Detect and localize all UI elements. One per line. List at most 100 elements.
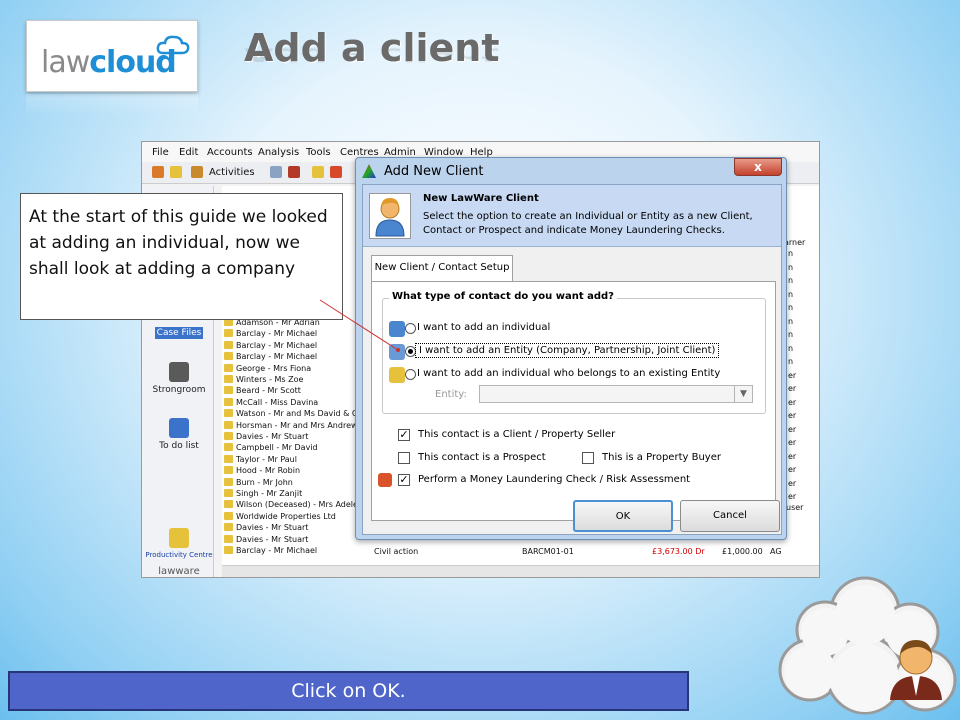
table-row[interactable]: Watson - Mr and Ms David & C	[224, 409, 358, 420]
menu-edit[interactable]: Edit	[179, 147, 198, 158]
client-folder-icon	[224, 443, 233, 452]
add-new-client-dialog: Add New Client x New LawWare Client Sele…	[355, 157, 787, 540]
table-row[interactable]: Davies - Mr Stuart	[224, 534, 308, 546]
partial-column-cell: n	[788, 303, 794, 312]
table-row[interactable]: McCall - Miss Davina	[224, 397, 318, 409]
ok-button[interactable]: OK	[573, 500, 673, 532]
partial-column-cell: n	[788, 330, 794, 339]
checkbox-client-seller[interactable]: ✓	[398, 429, 410, 441]
client-folder-icon	[224, 546, 233, 554]
partial-column-cell: er	[788, 397, 797, 407]
sidebar-item-label: Case Files	[154, 327, 204, 339]
client-name: Worldwide Properties Ltd	[236, 511, 336, 521]
option-individual-label[interactable]: I want to add an individual	[417, 322, 550, 333]
flag-tool-icon[interactable]	[330, 166, 342, 178]
dialog-header-title: New LawWare Client	[423, 193, 539, 204]
entity-icon	[389, 344, 405, 360]
instruction-bar: Click on OK.	[8, 671, 689, 711]
person-tool-icon[interactable]	[152, 166, 164, 178]
table-row[interactable]: Worldwide Properties Ltd	[224, 511, 336, 523]
table-row[interactable]: Wilson (Deceased) - Mrs Adele	[224, 500, 358, 511]
close-button[interactable]: x	[734, 158, 782, 176]
sidebar-item-case-files[interactable]: Case Files	[144, 327, 214, 339]
horizontal-scrollbar[interactable]	[222, 565, 819, 577]
checkbox-prospect[interactable]	[398, 452, 410, 464]
table-row[interactable]: Burn - Mr John	[224, 477, 293, 489]
table-row[interactable]: Hood - Mr Robin	[224, 466, 300, 477]
table-row[interactable]: Campbell - Mr David	[224, 443, 318, 454]
money-laundering-label[interactable]: Perform a Money Laundering Check / Risk …	[418, 474, 690, 485]
sidebar-item-strongroom[interactable]: Strongroom	[144, 362, 214, 395]
table-row[interactable]: Barclay - Mr Michael	[224, 329, 317, 340]
entity-select[interactable]: ▼	[479, 385, 753, 403]
user-icon	[369, 193, 411, 239]
table-row[interactable]: Winters - Ms Zoe	[224, 375, 303, 386]
safe-icon	[169, 362, 189, 382]
client-name: Barclay - Mr Michael	[236, 352, 318, 362]
radio-individual[interactable]	[405, 323, 416, 334]
client-name: Horsman - Mr and Mrs Andrew	[236, 420, 358, 430]
folder-open-tool-icon[interactable]	[312, 166, 324, 178]
table-row[interactable]: Barclay - Mr Michael	[224, 352, 317, 363]
partial-column-cell: n	[788, 357, 794, 366]
table-row[interactable]: Barclay - Mr Michael	[224, 546, 317, 557]
option-entity-member-label[interactable]: I want to add an individual who belongs …	[417, 368, 720, 379]
tab-new-client-contact-setup[interactable]: New Client / Contact Setup	[371, 255, 513, 281]
checkbox-property-buyer[interactable]	[582, 452, 594, 464]
sidebar-item-label: To do list	[159, 441, 199, 451]
prospect-label[interactable]: This contact is a Prospect	[418, 452, 546, 463]
checkbox-money-laundering[interactable]: ✓	[398, 474, 410, 486]
contact-type-group: What type of contact do you want add? I …	[382, 291, 766, 414]
slide-title-reflection: Add a client	[244, 44, 500, 66]
partial-column-cell: er	[788, 370, 797, 380]
table-row[interactable]: Horsman - Mr and Mrs Andrew	[224, 420, 358, 432]
user-column-partial: user	[786, 503, 804, 512]
menu-accounts[interactable]: Accounts	[207, 147, 253, 158]
client-name: Barclay - Mr Michael	[236, 329, 318, 339]
menu-file[interactable]: File	[152, 147, 169, 158]
option-entity-label[interactable]: I want to add an Entity (Company, Partne…	[415, 343, 720, 358]
tab-panel: What type of contact do you want add? I …	[371, 281, 776, 521]
individual-icon	[389, 321, 405, 337]
folder-tool-icon[interactable]	[170, 166, 182, 178]
dialog-header: New LawWare Client Select the option to …	[363, 185, 781, 247]
property-buyer-label[interactable]: This is a Property Buyer	[602, 452, 721, 463]
table-row[interactable]: Davies - Mr Stuart	[224, 523, 308, 534]
table-row[interactable]: George - Mrs Fiona	[224, 363, 311, 375]
menu-tools[interactable]: Tools	[306, 147, 331, 158]
sidebar-item-label: Productivity Centre	[145, 551, 213, 559]
client-folder-icon	[224, 352, 233, 361]
menu-analysis[interactable]: Analysis	[258, 147, 299, 158]
partial-column-cell: n	[788, 262, 794, 272]
client-folder-icon	[224, 340, 233, 349]
window-tool-icon[interactable]	[270, 166, 282, 178]
client-seller-label[interactable]: This contact is a Client / Property Sell…	[418, 429, 615, 440]
radio-entity-member[interactable]	[405, 369, 416, 380]
logo-law-text: law	[41, 45, 90, 80]
dialog-body: New LawWare Client Select the option to …	[362, 184, 782, 535]
table-row[interactable]: Davies - Mr Stuart	[224, 432, 308, 443]
table-row[interactable]: Beard - Mr Scott	[224, 386, 301, 397]
client-name: Barclay - Mr Michael	[236, 546, 318, 555]
lawware-app-icon	[362, 164, 376, 178]
lawcloud-logo: lawcloud	[26, 20, 198, 92]
table-row[interactable]: Taylor - Mr Paul	[224, 454, 297, 466]
logo-reflection	[26, 94, 198, 116]
cancel-button[interactable]: Cancel	[680, 500, 780, 532]
contact-type-question: What type of contact do you want add?	[389, 291, 617, 302]
sidebar-item-todo[interactable]: To do list	[144, 418, 214, 451]
last-row-fee: £1,000.00	[722, 547, 763, 556]
partial-column-cell: er	[788, 465, 797, 474]
partial-column-cell: er	[788, 384, 797, 393]
chevron-down-icon[interactable]: ▼	[734, 386, 752, 402]
book-tool-icon[interactable]	[288, 166, 300, 178]
activities-menu[interactable]: Activities	[209, 167, 255, 178]
sidebar-item-productivity[interactable]: Productivity Centre	[144, 528, 214, 559]
lawware-brand: lawware	[158, 566, 200, 577]
callout-box: At the start of this guide we looked at …	[20, 193, 343, 320]
table-row[interactable]: Barclay - Mr Michael	[224, 340, 317, 352]
box-tool-icon[interactable]	[191, 166, 203, 178]
client-folder-icon	[224, 432, 233, 440]
table-row[interactable]: Singh - Mr Zanjit	[224, 489, 302, 500]
client-name: Burn - Mr John	[236, 477, 293, 487]
